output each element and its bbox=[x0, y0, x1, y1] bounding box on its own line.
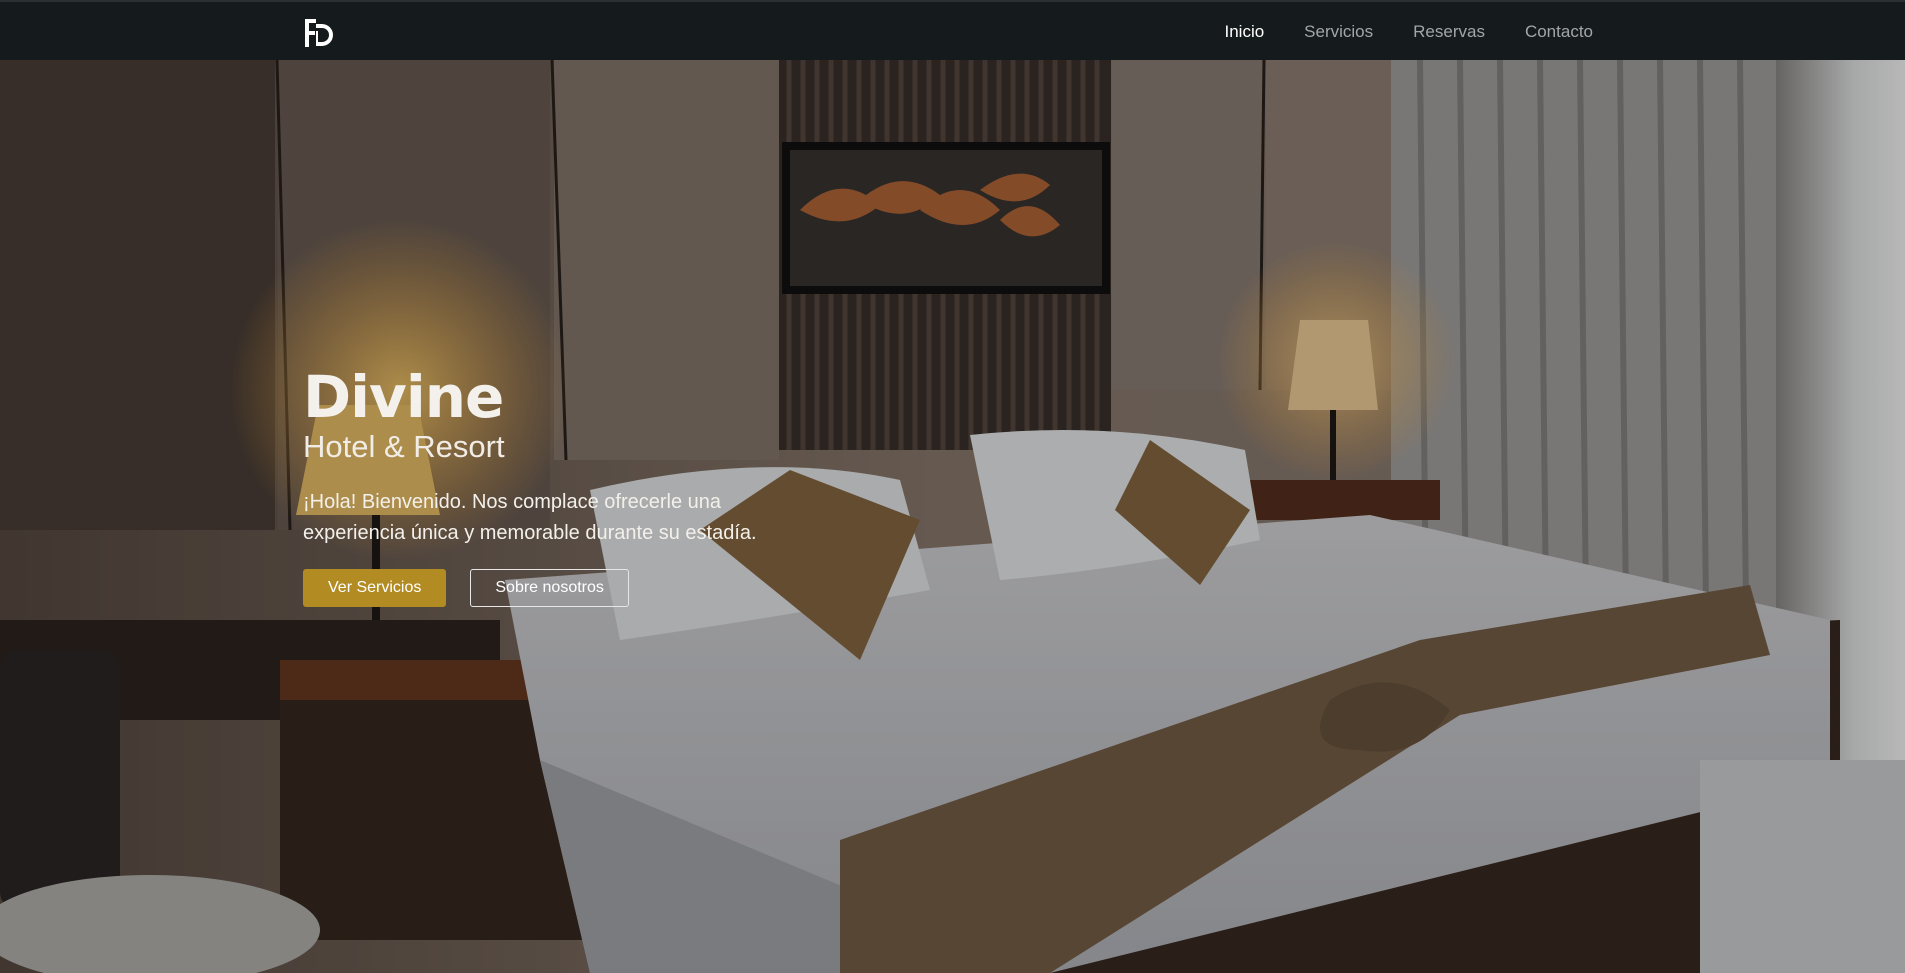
ver-servicios-button[interactable]: Ver Servicios bbox=[303, 569, 447, 607]
hero-welcome-text: ¡Hola! Bienvenido. Nos complace ofrecerl… bbox=[303, 491, 757, 544]
hero-overlay bbox=[0, 60, 1905, 973]
nav-link-contacto[interactable]: Contacto bbox=[1525, 22, 1593, 42]
hero-title: Divine bbox=[303, 363, 504, 431]
sobre-nosotros-button[interactable]: Sobre nosotros bbox=[470, 569, 629, 607]
nav-link-reservas[interactable]: Reservas bbox=[1413, 22, 1485, 42]
hero-subtitle: Hotel & Resort bbox=[303, 429, 505, 464]
hero-buttons: Ver Servicios Sobre nosotros bbox=[303, 569, 863, 607]
hero-section: Divine Hotel & Resort ¡Hola! Bienvenido.… bbox=[0, 60, 1905, 973]
navbar: Inicio Servicios Reservas Contacto bbox=[0, 0, 1905, 60]
nav-link-inicio[interactable]: Inicio bbox=[1224, 22, 1264, 42]
logo-icon[interactable] bbox=[302, 16, 336, 50]
hero-content: Divine Hotel & Resort ¡Hola! Bienvenido.… bbox=[303, 365, 863, 607]
nav-link-servicios[interactable]: Servicios bbox=[1304, 22, 1373, 42]
main-nav: Inicio Servicios Reservas Contacto bbox=[1224, 2, 1593, 62]
